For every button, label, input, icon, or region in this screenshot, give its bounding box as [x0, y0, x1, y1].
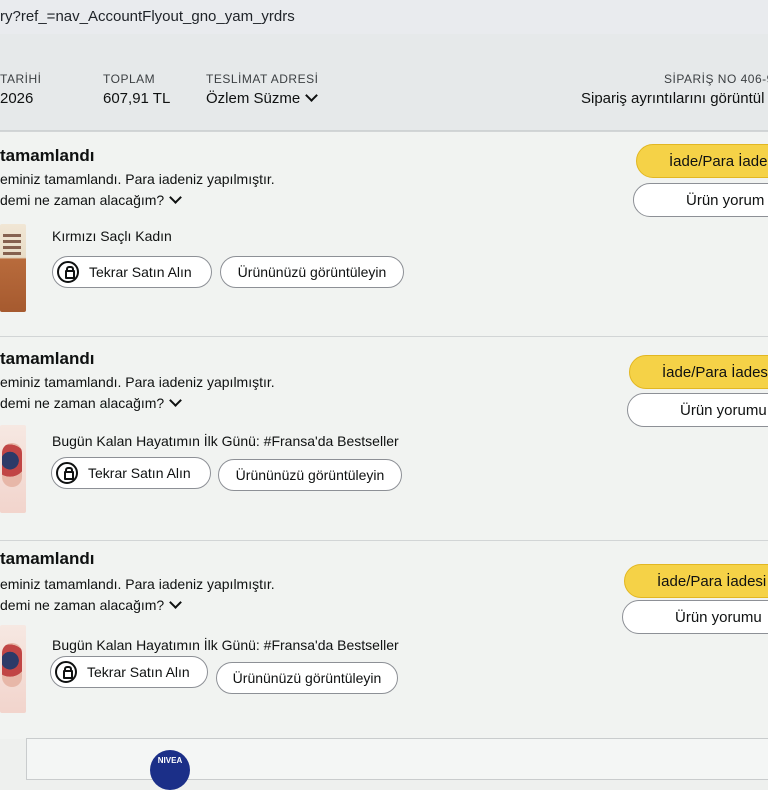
- product-thumbnail[interactable]: [0, 425, 26, 513]
- shipment-status: tamamlandı: [0, 349, 95, 368]
- product-thumbnail[interactable]: [0, 224, 26, 312]
- return-refund-button[interactable]: İade/Para İades: [629, 355, 768, 389]
- shipment-card: tamamlandı eminiz tamamlandı. Para iaden…: [0, 540, 768, 739]
- order-date-value: 2026: [0, 90, 34, 107]
- return-refund-label: İade/Para İades: [662, 363, 768, 381]
- buy-again-icon: [57, 261, 79, 283]
- total-value: 607,91 TL: [103, 90, 171, 107]
- view-item-button[interactable]: Ürününüzü görüntüleyin: [218, 459, 402, 491]
- buy-again-label: Tekrar Satın Alın: [87, 664, 190, 680]
- product-title-link[interactable]: Bugün Kalan Hayatımın İlk Günü: #Fransa'…: [52, 637, 399, 653]
- refund-note: eminiz tamamlandı. Para iadeniz yapılmış…: [0, 374, 275, 390]
- order-details-link[interactable]: Sipariş ayrıntılarını görüntül: [581, 90, 764, 107]
- refund-question-toggle[interactable]: demi ne zaman alacağım?: [0, 191, 183, 208]
- buy-again-button[interactable]: Tekrar Satın Alın: [50, 656, 208, 688]
- chevron-down-icon: [169, 596, 183, 609]
- buy-again-label: Tekrar Satın Alın: [89, 264, 192, 280]
- product-review-label: Ürün yorumu: [675, 608, 762, 626]
- return-refund-button[interactable]: İade/Para İadesi: [624, 564, 768, 598]
- buy-again-icon: [55, 661, 77, 683]
- return-refund-label: İade/Para İade: [669, 152, 768, 170]
- address-url[interactable]: ry?ref_=nav_AccountFlyout_gno_yam_yrdrs: [0, 8, 295, 25]
- refund-question-text: demi ne zaman alacağım?: [0, 395, 165, 411]
- order-date-label: TARİHİ: [0, 72, 42, 86]
- view-item-button[interactable]: Ürününüzü görüntüleyin: [220, 256, 404, 288]
- chevron-down-icon: [169, 191, 183, 204]
- refund-question-text: demi ne zaman alacağım?: [0, 597, 165, 613]
- product-review-button[interactable]: Ürün yorum: [633, 183, 768, 217]
- buy-again-icon: [56, 462, 78, 484]
- product-review-label: Ürün yorum: [686, 191, 765, 209]
- product-thumbnail[interactable]: [0, 625, 26, 713]
- view-item-label: Ürününüzü görüntüleyin: [232, 670, 382, 686]
- ship-to-dropdown[interactable]: Özlem Süzme: [206, 89, 319, 107]
- product-title-link[interactable]: Kırmızı Saçlı Kadın: [52, 228, 172, 244]
- buy-again-button[interactable]: Tekrar Satın Alın: [51, 457, 211, 489]
- shipment-card: tamamlandı eminiz tamamlandı. Para iaden…: [0, 131, 768, 337]
- shipment-status: tamamlandı: [0, 146, 95, 165]
- chevron-down-icon: [305, 89, 319, 102]
- nivea-logo-text: NIVEA: [157, 756, 183, 765]
- next-order-card: [26, 738, 768, 780]
- view-item-label: Ürününüzü görüntüleyin: [235, 467, 385, 483]
- total-label: TOPLAM: [103, 72, 156, 86]
- refund-question-toggle[interactable]: demi ne zaman alacağım?: [0, 596, 183, 613]
- shipment-card: tamamlandı eminiz tamamlandı. Para iaden…: [0, 336, 768, 541]
- refund-note: eminiz tamamlandı. Para iadeniz yapılmış…: [0, 171, 275, 187]
- refund-question-toggle[interactable]: demi ne zaman alacağım?: [0, 394, 183, 411]
- return-refund-label: İade/Para İadesi: [657, 572, 767, 590]
- order-number: SİPARİŞ NO 406-9: [664, 72, 768, 86]
- product-review-button[interactable]: Ürün yorumu: [627, 393, 768, 427]
- order-summary-header: TARİHİ 2026 TOPLAM 607,91 TL TESLİMAT AD…: [0, 34, 768, 131]
- product-review-label: Ürün yorumu: [680, 401, 767, 419]
- buy-again-button[interactable]: Tekrar Satın Alın: [52, 256, 212, 288]
- buy-again-label: Tekrar Satın Alın: [88, 465, 191, 481]
- refund-question-text: demi ne zaman alacağım?: [0, 192, 165, 208]
- chevron-down-icon: [169, 394, 183, 407]
- browser-address-bar[interactable]: ry?ref_=nav_AccountFlyout_gno_yam_yrdrs: [0, 0, 768, 35]
- view-item-button[interactable]: Ürününüzü görüntüleyin: [216, 662, 398, 694]
- refund-note: eminiz tamamlandı. Para iadeniz yapılmış…: [0, 576, 275, 592]
- product-title-link[interactable]: Bugün Kalan Hayatımın İlk Günü: #Fransa'…: [52, 433, 399, 449]
- product-review-button[interactable]: Ürün yorumu: [622, 600, 768, 634]
- nivea-logo: NIVEA: [150, 750, 190, 790]
- return-refund-button[interactable]: İade/Para İade: [636, 144, 768, 178]
- view-item-label: Ürününüzü görüntüleyin: [237, 264, 387, 280]
- ship-to-name: Özlem Süzme: [206, 90, 301, 107]
- ship-to-label: TESLİMAT ADRESİ: [206, 72, 319, 86]
- shipment-status: tamamlandı: [0, 549, 95, 568]
